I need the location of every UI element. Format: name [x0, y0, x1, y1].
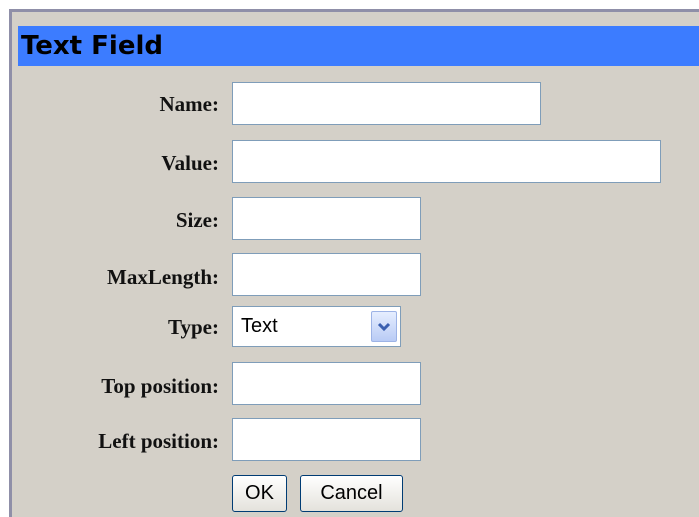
value-input[interactable] — [232, 140, 661, 183]
maxlength-input[interactable] — [232, 253, 421, 296]
maxlength-label: MaxLength: — [107, 265, 219, 289]
chevron-down-glyph — [377, 322, 391, 331]
left-position-label: Left position: — [98, 429, 219, 453]
left-position-input[interactable] — [232, 418, 421, 461]
text-field-dialog: Text Field Name: Value: Size: MaxLength:… — [9, 9, 699, 517]
size-input[interactable] — [232, 197, 421, 240]
ok-button[interactable]: OK — [232, 475, 287, 512]
type-select[interactable]: Text — [232, 306, 401, 347]
top-position-label: Top position: — [101, 374, 219, 398]
name-label: Name: — [159, 92, 219, 116]
chevron-down-icon[interactable] — [371, 311, 397, 342]
type-select-value: Text — [241, 315, 278, 337]
value-label: Value: — [161, 151, 219, 175]
name-input[interactable] — [232, 82, 541, 125]
size-label: Size: — [175, 208, 219, 232]
dialog-title: Text Field — [18, 26, 699, 66]
type-label: Type: — [168, 315, 219, 339]
top-position-input[interactable] — [232, 362, 421, 405]
cancel-button[interactable]: Cancel — [300, 475, 403, 512]
